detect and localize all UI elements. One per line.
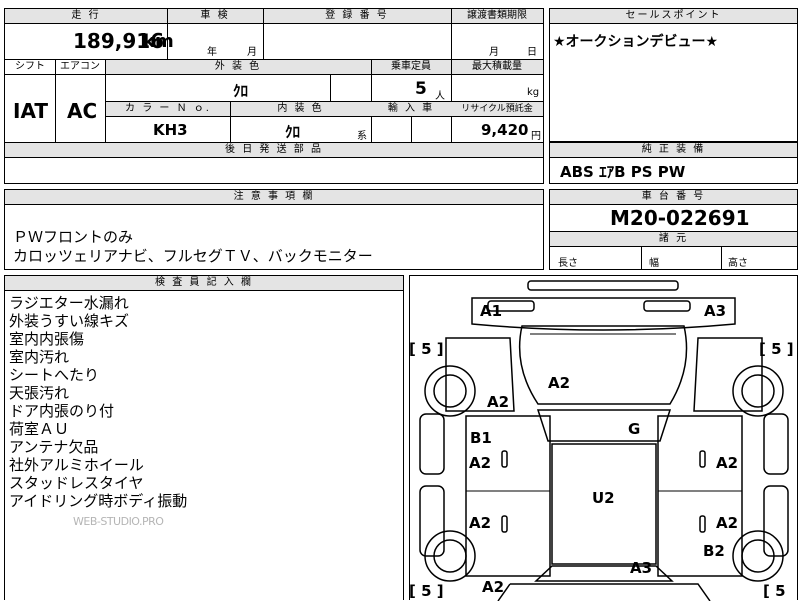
inspection-year: 年 — [207, 47, 217, 58]
inspector-note: ドア内張のり付 — [9, 402, 115, 420]
label-hood: A2 — [548, 374, 571, 392]
inspection-month: 月 — [247, 47, 257, 58]
caution-header: 注 意 事 項 欄 — [5, 190, 543, 205]
caution-line-2: カロッツェリアナビ、フルセグＴＶ、バックモニター — [13, 247, 373, 265]
import-header: 輸 入 車 — [371, 102, 451, 117]
windshield — [536, 409, 672, 442]
dimensions-header: 諸 元 — [550, 231, 797, 247]
height-label: 高さ — [728, 258, 748, 269]
label-front-left: A1 — [480, 302, 503, 320]
label-front-right: A3 — [704, 302, 727, 320]
label-left-pillar: B1 — [470, 429, 492, 447]
shift-value: IAT — [13, 99, 49, 123]
label-left-front-door: A2 — [469, 454, 492, 472]
chassis-box: 車 台 番 号 M20-022691 諸 元 長さ 幅 高さ — [549, 189, 798, 270]
sales-point-box: セールスポイント ★オークションデビュー★ — [549, 8, 798, 142]
max-load-header: 最大積載量 — [451, 60, 543, 75]
inspection-header: 車 検 — [167, 9, 263, 24]
mileage-header: 走 行 — [5, 9, 167, 24]
wheel-front-left — [424, 365, 476, 417]
color-no-header: カ ラ ー Ｎ ｏ. — [106, 102, 230, 117]
rear-body — [497, 583, 711, 601]
inspector-note: シートへたり — [9, 366, 100, 384]
recycle-value: 9,420 — [481, 121, 529, 139]
inspector-note: 社外アルミホイール — [9, 456, 144, 474]
label-left-rear-door: A2 — [469, 514, 492, 532]
aircon-header: エアコン — [55, 60, 105, 75]
tire-rear-right: [ 5 — [763, 582, 786, 600]
width-label: 幅 — [649, 258, 659, 269]
transfer-month: 月 — [489, 47, 499, 58]
main-info-table: 走 行 車 検 登 録 番 号 譲渡書類期限 189,916 km 年 月 月 … — [4, 8, 544, 184]
front-bumper-top — [527, 280, 679, 291]
label-roof-glass: G — [628, 420, 641, 438]
capacity-header: 乗車定員 — [371, 60, 451, 75]
interior-color-suffix: 系 — [357, 131, 367, 142]
label-rear-body: A3 — [630, 559, 653, 577]
side-step-left — [419, 485, 445, 557]
car-diagram-box: A1 A3 A2 A2 B1 G A2 A2 U2 A2 A2 B2 A3 A2 — [409, 275, 798, 601]
inspector-notes-list: ラジエター水漏れ 外装うすい線キズ 室内内張傷 室内汚れ シートへたり 天張汚れ… — [9, 294, 187, 510]
wheel-front-right — [732, 365, 784, 417]
later-parts-header: 後 日 発 送 部 品 — [5, 143, 543, 158]
inspector-note: 荷室ＡＵ — [9, 420, 70, 438]
interior-color-value: ｸﾛ — [285, 123, 301, 141]
color-no-value: KH3 — [153, 121, 188, 139]
right-body-side — [657, 415, 743, 577]
length-label: 長さ — [558, 258, 578, 269]
label-front-left-fender: A2 — [487, 393, 510, 411]
mirror-left — [419, 413, 445, 475]
chassis-number: M20-022691 — [610, 206, 750, 230]
exterior-color-header: 外 装 色 — [105, 60, 371, 75]
exterior-color-value: ｸﾛ — [233, 82, 249, 100]
side-step-right — [763, 485, 789, 557]
headlight-right — [643, 300, 691, 312]
tire-front-left: [ 5 ] — [409, 340, 444, 358]
front-bumper — [471, 297, 736, 331]
inspector-header: 検 査 員 記 入 欄 — [5, 276, 403, 291]
caution-line-1: ＰＷフロントのみ — [13, 228, 134, 246]
mirror-right — [763, 413, 789, 475]
label-left-rear-fender: A2 — [482, 578, 505, 596]
hood — [518, 325, 688, 405]
label-right-front-door: A2 — [716, 454, 739, 472]
max-load-unit: kg — [527, 87, 540, 98]
mileage-unit: km — [143, 31, 174, 52]
transfer-deadline-header: 譲渡書類期限 — [451, 9, 543, 24]
inspector-note: スタッドレスタイヤ — [9, 474, 144, 492]
chassis-header: 車 台 番 号 — [550, 190, 797, 205]
equipment-box: 純 正 装 備 ABS ｴｱB PS PW — [549, 142, 798, 184]
inspector-note: アンテナ欠品 — [9, 438, 99, 456]
capacity-unit: 人 — [435, 91, 445, 102]
transfer-day: 日 — [527, 47, 537, 58]
registration-header: 登 録 番 号 — [263, 9, 451, 24]
equipment-header: 純 正 装 備 — [550, 143, 797, 158]
recycle-header: リサイクル預託金 — [451, 102, 543, 117]
caution-box: 注 意 事 項 欄 ＰＷフロントのみ カロッツェリアナビ、フルセグＴＶ、バックモ… — [4, 189, 544, 270]
right-front-fender — [693, 337, 763, 412]
tire-front-right: [ 5 ] — [759, 340, 794, 358]
capacity-value: 5 — [415, 79, 427, 99]
inspector-note: 室内汚れ — [9, 348, 70, 366]
shift-header: シフト — [5, 60, 55, 75]
inspector-note: アイドリング時ボディ振動 — [9, 492, 188, 510]
watermark: WEB-STUDIO.PRO — [73, 515, 164, 528]
tire-rear-left: [ 5 ] — [409, 582, 444, 600]
equipment-text: ABS ｴｱB PS PW — [560, 163, 686, 181]
inspector-notes-box: 検 査 員 記 入 欄 ラジエター水漏れ 外装うすい線キズ 室内内張傷 室内汚れ… — [4, 275, 404, 600]
inspector-note: 天張汚れ — [9, 384, 70, 402]
label-right-rear-door: A2 — [716, 514, 739, 532]
car-diagram — [419, 280, 789, 601]
aircon-value: AC — [67, 99, 98, 123]
sales-point-header: セールスポイント — [550, 9, 797, 24]
interior-color-header: 内 装 色 — [230, 102, 371, 117]
sales-point-text: ★オークションデビュー★ — [553, 34, 719, 50]
label-roof: U2 — [592, 489, 615, 507]
inspector-note: 室内内張傷 — [9, 330, 85, 348]
label-right-pillar: B2 — [703, 542, 725, 560]
inspector-note: 外装うすい線キズ — [9, 312, 130, 330]
recycle-unit: 円 — [531, 131, 541, 142]
inspector-note: ラジエター水漏れ — [9, 294, 129, 312]
